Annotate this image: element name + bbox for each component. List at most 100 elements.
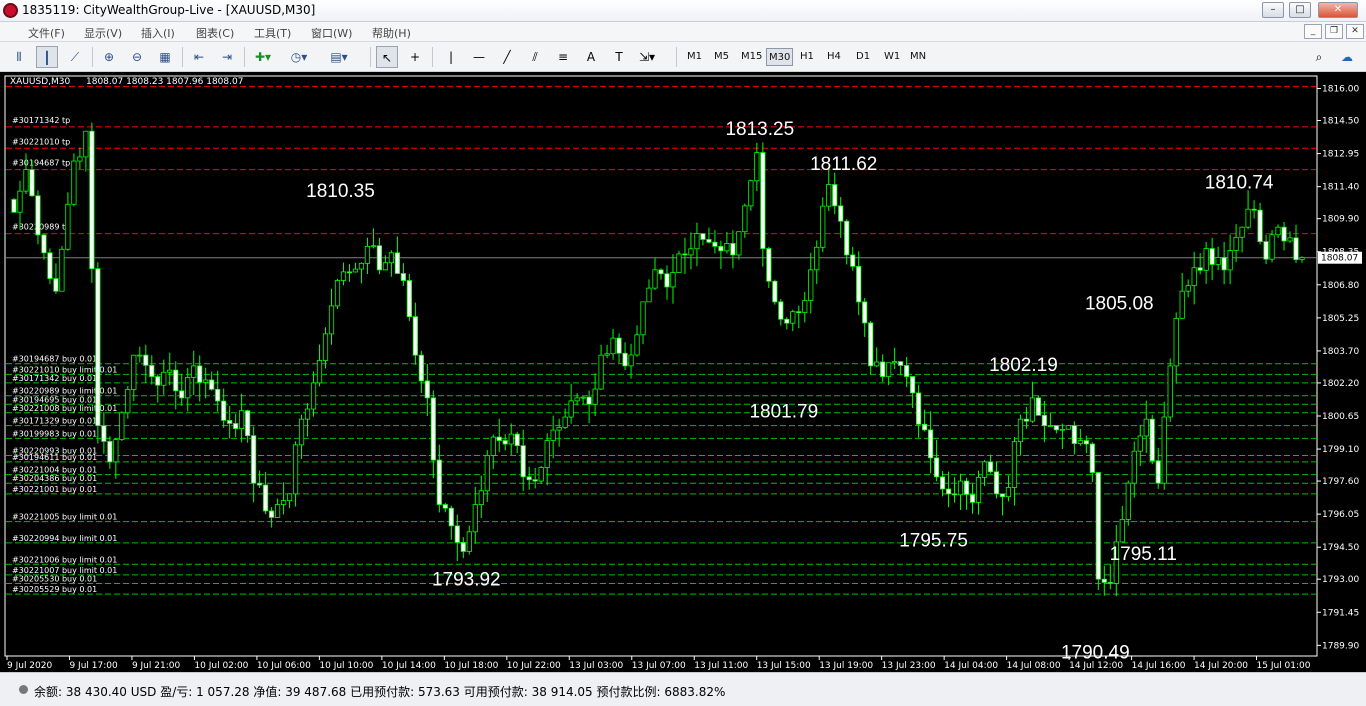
timeframe-m5[interactable]: M5 xyxy=(712,48,731,66)
search-icon[interactable]: ⌕ xyxy=(1308,46,1330,68)
child-minimize-button[interactable]: _ xyxy=(1304,24,1322,39)
candle-body xyxy=(832,184,838,207)
chart-shift-icon[interactable]: ⇥ xyxy=(216,46,238,68)
crosshair-icon[interactable]: + xyxy=(404,46,426,68)
candle-body xyxy=(640,301,646,336)
timeframe-m30[interactable]: M30 xyxy=(766,48,794,66)
bar-chart-icon[interactable]: ⫴ xyxy=(8,46,30,68)
chart-window[interactable]: #30171342 tp #30221010 tp #30194687 tp #302… xyxy=(0,72,1366,672)
price-chart[interactable]: #30171342 tp #30221010 tp #30194687 tp #302… xyxy=(0,72,1366,672)
menu-file[interactable]: 文件(F) xyxy=(28,25,65,41)
cursor-icon[interactable]: ↖ xyxy=(376,46,398,68)
candle-body xyxy=(346,271,353,274)
candle-body xyxy=(1059,428,1065,431)
periods-icon[interactable]: ◷▾ xyxy=(288,46,310,68)
zoom-in-icon[interactable]: ⊕ xyxy=(98,46,120,68)
toolbar-separator xyxy=(676,47,677,67)
candle-body xyxy=(1065,425,1071,430)
timeframe-w1[interactable]: W1 xyxy=(882,48,902,66)
connection-status-icon xyxy=(19,685,28,694)
candle-body xyxy=(784,318,790,324)
price-annotation: 1810.35 xyxy=(306,181,375,202)
candle-body xyxy=(610,337,616,355)
candle-body xyxy=(808,269,814,302)
buy-level-label: #30194611 buy 0.01 xyxy=(12,453,97,462)
timeframe-d1[interactable]: D1 xyxy=(854,48,872,66)
candle-body xyxy=(17,190,23,213)
candle-body xyxy=(173,369,179,392)
candle-body xyxy=(1029,397,1036,422)
zoom-out-icon[interactable]: ⊖ xyxy=(126,46,148,68)
candlestick-chart-icon[interactable]: ┃ xyxy=(36,46,58,68)
price-tick-label: 1806.80 xyxy=(1322,281,1359,291)
price-tick-label: 1797.60 xyxy=(1322,477,1359,487)
candle-body xyxy=(1035,397,1042,416)
channel-icon[interactable]: ⫽ xyxy=(524,46,546,68)
candle-body xyxy=(1299,257,1305,261)
timeframe-h1[interactable]: H1 xyxy=(798,48,816,66)
buy-level-label: #30221005 buy limit 0.01 xyxy=(12,513,117,522)
candle-body xyxy=(1269,234,1275,260)
sell-level-label: #30221010 tp xyxy=(12,137,70,146)
candle-body xyxy=(137,354,143,357)
timeframe-h4[interactable]: H4 xyxy=(825,48,843,66)
price-annotation: 1811.62 xyxy=(810,154,877,175)
maximize-button[interactable]: □ xyxy=(1289,2,1311,18)
candle-body xyxy=(838,205,844,222)
trendline-icon[interactable]: ╱ xyxy=(496,46,518,68)
price-tick-label: 1812.95 xyxy=(1322,150,1359,160)
candle-body xyxy=(927,429,934,459)
templates-icon[interactable]: ▤▾ xyxy=(328,46,350,68)
candle-body xyxy=(1221,257,1227,271)
order-levels: #30171342 tp #30221010 tp #30194687 tp #302… xyxy=(6,85,1316,595)
child-close-button[interactable]: ✕ xyxy=(1346,24,1364,39)
close-button[interactable]: ✕ xyxy=(1318,2,1358,18)
timeframe-mn[interactable]: MN xyxy=(908,48,928,66)
candle-body xyxy=(436,459,442,505)
candle-body xyxy=(1071,425,1077,444)
candle-body xyxy=(394,252,400,274)
tile-windows-icon[interactable]: ▦ xyxy=(154,46,176,68)
candle-body xyxy=(167,369,173,373)
child-restore-button[interactable]: ❐ xyxy=(1325,24,1343,39)
candle-body xyxy=(334,280,341,307)
timeframe-m1[interactable]: M1 xyxy=(685,48,704,66)
candle-body xyxy=(730,243,736,256)
candle-body xyxy=(844,220,850,256)
candle-body xyxy=(472,504,478,533)
label-icon[interactable]: T xyxy=(608,46,630,68)
candle-body xyxy=(274,504,281,518)
arrows-icon[interactable]: ⇲▾ xyxy=(636,46,658,68)
menu-charts[interactable]: 图表(C) xyxy=(196,25,234,41)
price-tick-label: 1796.05 xyxy=(1322,510,1359,520)
menu-help[interactable]: 帮助(H) xyxy=(372,25,411,41)
indicators-icon[interactable]: ✚▾ xyxy=(252,46,274,68)
title-bar: 1835119: CityWealthGroup-Live - [XAUUSD,… xyxy=(0,0,1366,22)
horizontal-line-icon[interactable]: — xyxy=(468,46,490,68)
minimize-button[interactable]: – xyxy=(1262,2,1284,18)
candle-body xyxy=(760,152,766,249)
menu-window[interactable]: 窗口(W) xyxy=(311,25,352,41)
time-tick-label: 13 Jul 19:00 xyxy=(819,661,873,671)
toolbar-separator xyxy=(432,47,433,67)
candle-body xyxy=(886,362,892,377)
candle-body xyxy=(820,205,826,248)
candle-body xyxy=(101,425,107,442)
price-annotation: 1795.11 xyxy=(1110,544,1177,565)
line-chart-icon[interactable]: ⟋ xyxy=(64,46,86,68)
menu-insert[interactable]: 插入(I) xyxy=(141,25,175,41)
candle-body xyxy=(616,337,622,354)
text-icon[interactable]: A xyxy=(580,46,602,68)
menu-view[interactable]: 显示(V) xyxy=(84,25,122,41)
candle-body xyxy=(460,542,466,552)
fibonacci-icon[interactable]: ≡ xyxy=(552,46,574,68)
price-axis: 1816.00 1814.50 1812.95 1811.40 1809.90 1808.… xyxy=(1317,85,1362,651)
candle-body xyxy=(586,396,592,405)
candle-body xyxy=(1185,285,1191,292)
menu-tools[interactable]: 工具(T) xyxy=(254,25,291,41)
candle-body xyxy=(400,273,406,281)
community-icon[interactable]: ☁ xyxy=(1336,46,1358,68)
vertical-line-icon[interactable]: | xyxy=(440,46,462,68)
autoscroll-icon[interactable]: ⇤ xyxy=(188,46,210,68)
timeframe-m15[interactable]: M15 xyxy=(739,48,764,66)
